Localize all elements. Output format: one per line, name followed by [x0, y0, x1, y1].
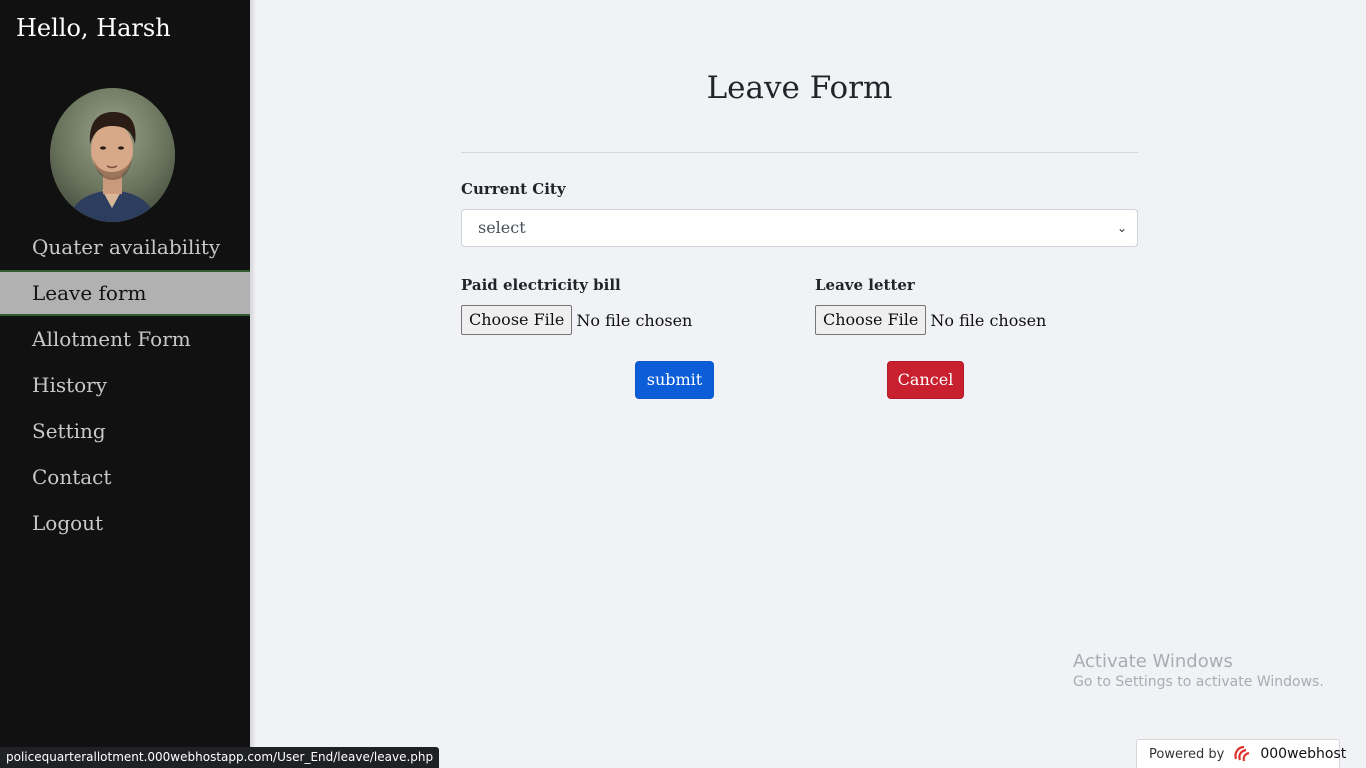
- activate-windows-title: Activate Windows: [1073, 651, 1233, 672]
- status-bar-url: policequarterallotment.000webhostapp.com…: [0, 747, 440, 768]
- sidebar-item-setting[interactable]: Setting: [0, 408, 250, 454]
- leave-letter-file-status: No file chosen: [930, 310, 1047, 330]
- current-city-value: select: [478, 218, 526, 237]
- submit-button[interactable]: submit: [635, 361, 714, 399]
- webhost-logo-icon: [1232, 745, 1254, 763]
- avatar: [50, 88, 175, 222]
- sidebar-item-allotment-form[interactable]: Allotment Form: [0, 316, 250, 362]
- electricity-bill-label: Paid electricity bill: [461, 276, 621, 294]
- page-title: Leave Form: [706, 70, 893, 106]
- powered-by-brand: 000webhost: [1260, 746, 1347, 762]
- current-city-label: Current City: [461, 180, 566, 198]
- sidebar: Hello, Harsh Quater availability Leave f…: [0, 0, 250, 768]
- chevron-down-icon: ⌄: [1116, 221, 1127, 235]
- electricity-bill-file-input[interactable]: Choose File No file chosen: [461, 305, 692, 335]
- activate-windows-watermark: Activate Windows Go to Settings to activ…: [1073, 651, 1324, 690]
- leave-letter-label: Leave letter: [815, 276, 915, 294]
- current-city-select[interactable]: select ⌄: [461, 209, 1138, 247]
- electricity-bill-choose-file-button[interactable]: Choose File: [461, 305, 573, 335]
- powered-by-prefix: Powered by: [1149, 746, 1225, 762]
- sidebar-shadow: [250, 0, 256, 768]
- sidebar-item-quater-availability[interactable]: Quater availability: [0, 224, 250, 270]
- sidebar-item-history[interactable]: History: [0, 362, 250, 408]
- greeting-heading: Hello, Harsh: [16, 14, 171, 42]
- avatar-photo: [50, 88, 175, 222]
- sidebar-item-contact[interactable]: Contact: [0, 454, 250, 500]
- leave-letter-file-input[interactable]: Choose File No file chosen: [815, 305, 1046, 335]
- sidebar-item-leave-form[interactable]: Leave form: [0, 270, 250, 316]
- leave-letter-choose-file-button[interactable]: Choose File: [815, 305, 927, 335]
- cancel-button[interactable]: Cancel: [887, 361, 964, 399]
- sidebar-nav: Quater availability Leave form Allotment…: [0, 224, 250, 546]
- divider: [461, 152, 1138, 153]
- sidebar-item-logout[interactable]: Logout: [0, 500, 250, 546]
- activate-windows-subtitle: Go to Settings to activate Windows.: [1073, 674, 1324, 690]
- electricity-bill-file-status: No file chosen: [576, 310, 693, 330]
- powered-by-badge[interactable]: Powered by 000webhost: [1136, 739, 1346, 768]
